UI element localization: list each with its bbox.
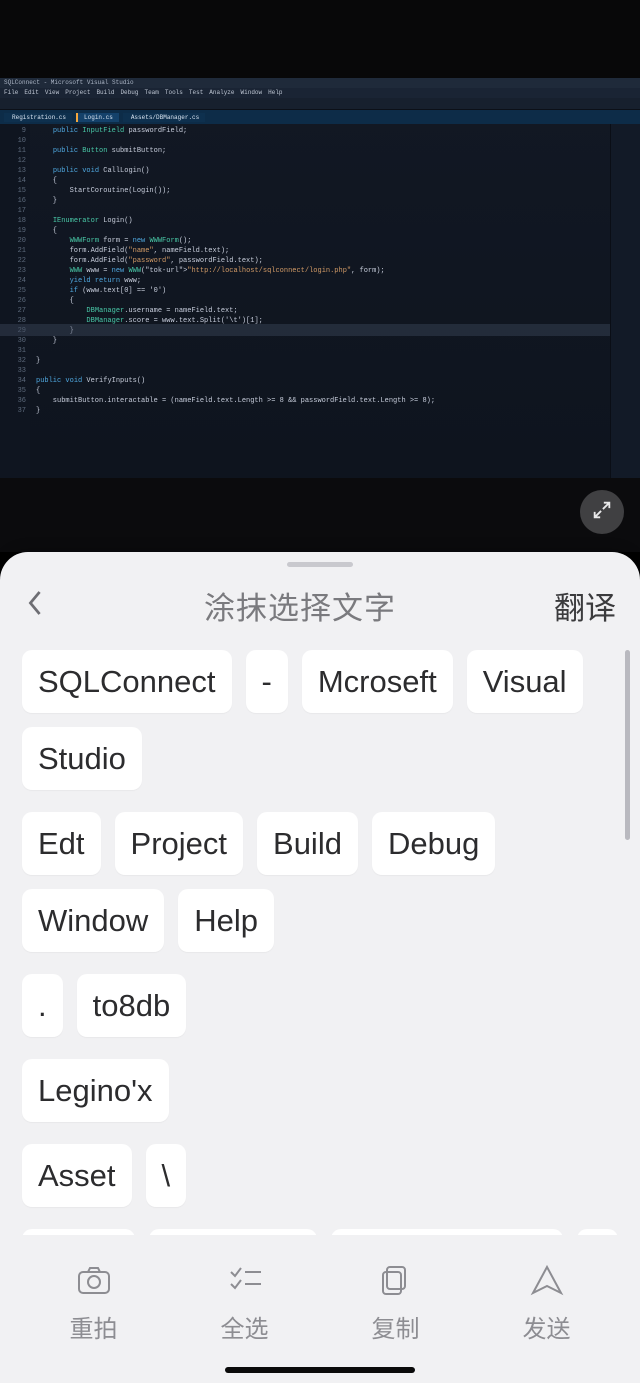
menu-item: Team [144,89,158,97]
copy-button[interactable]: 复制 [372,1264,420,1344]
ocr-word-chip[interactable]: . [22,974,63,1037]
menu-item: Test [189,89,203,97]
ocr-word-chip[interactable]: \ [146,1144,187,1207]
chip-row: Asset\ [22,1144,618,1207]
menu-item: View [45,89,59,97]
ocr-word-chip[interactable]: Window [22,889,164,952]
captured-photo-area: SQLConnect - Microsoft Visual Studio Fil… [0,0,640,552]
ocr-result-sheet: 涂抹选择文字 翻译 SQLConnect-McroseftVisual Studi… [0,552,640,1383]
menu-item: Help [268,89,282,97]
code-editor-content: public InputField passwordField; public … [30,124,610,478]
editor-tab: Registration.cs [4,113,72,122]
line-number-gutter: 9101112131415161718192021222324252627282… [0,124,30,478]
home-indicator[interactable] [225,1367,415,1373]
ide-title: SQLConnect - Microsoft Visual Studio [0,78,640,88]
action-label: 发送 [523,1309,571,1344]
ocr-word-chip[interactable]: - [246,650,288,713]
action-label: 复制 [372,1309,420,1344]
ocr-word-chip[interactable]: InputField [149,1229,317,1235]
expand-fullscreen-button[interactable] [580,490,624,534]
ocr-word-chip[interactable]: Debug [372,812,495,875]
menu-item: Debug [120,89,138,97]
ide-tabs: Registration.cs Login.cs Assets/DBManage… [0,110,640,124]
editor-tab-active: Login.cs [76,113,119,122]
menu-item: Window [241,89,263,97]
ocr-word-chips: SQLConnect-McroseftVisual Studio EdtProjec… [22,650,618,1235]
expand-icon [591,499,613,526]
ide-toolbar [0,98,640,110]
menu-item: Build [96,89,114,97]
sheet-title: 涂抹选择文字 [204,583,396,628]
scroll-indicator [625,650,630,840]
bottom-action-bar: 重拍 全选 复制 发送 [0,1235,640,1367]
translate-button[interactable]: 翻译 [554,583,616,628]
ocr-word-chip[interactable]: passwordField [331,1229,563,1235]
ocr-word-chip[interactable]: Asset [22,1144,132,1207]
retake-button[interactable]: 重拍 [70,1264,118,1344]
menu-item: Project [65,89,90,97]
menu-item: Tools [165,89,183,97]
chip-row: public InputField passwordField; [22,1229,618,1235]
ocr-word-chip[interactable]: Project [115,812,243,875]
sheet-grabber[interactable] [287,562,353,567]
ocr-word-chip[interactable]: public [22,1229,135,1235]
ide-menubar: File Edit View Project Build Debug Team … [0,88,640,98]
menu-item: File [4,89,18,97]
action-label: 重拍 [70,1309,118,1344]
chip-row: .to8db [22,974,618,1037]
ocr-word-chip[interactable]: Studio [22,727,142,790]
ocr-word-chip[interactable]: Mcroseft [302,650,453,713]
solution-explorer-strip [610,124,640,478]
send-button[interactable]: 发送 [523,1264,571,1344]
visual-studio-window: SQLConnect - Microsoft Visual Studio Fil… [0,78,640,478]
chip-row: SQLConnect-McroseftVisual Studio [22,650,618,790]
ocr-word-chip[interactable]: Edt [22,812,101,875]
camera-icon [76,1264,112,1303]
ocr-word-chip[interactable]: Build [257,812,358,875]
ocr-word-chip[interactable]: Legino'x [22,1059,169,1122]
copy-icon [378,1264,414,1303]
ocr-word-chip[interactable]: Visual [467,650,583,713]
menu-item: Analyze [209,89,234,97]
back-button[interactable] [24,588,46,623]
editor-tab: Assets/DBManager.cs [123,113,205,122]
action-label: 全选 [221,1309,269,1344]
chip-row: EdtProjectBuildDebug WindowHelp [22,812,618,952]
menu-item: Edit [24,89,38,97]
chip-row: Legino'x [22,1059,618,1122]
ocr-word-chip[interactable]: ; [577,1229,618,1235]
chevron-left-icon [24,605,46,622]
ocr-word-chip[interactable]: Help [178,889,274,952]
send-icon [529,1264,565,1303]
select-all-button[interactable]: 全选 [221,1264,269,1344]
list-check-icon [227,1264,263,1303]
ocr-word-chip[interactable]: SQLConnect [22,650,232,713]
ocr-word-chip[interactable]: to8db [77,974,187,1037]
